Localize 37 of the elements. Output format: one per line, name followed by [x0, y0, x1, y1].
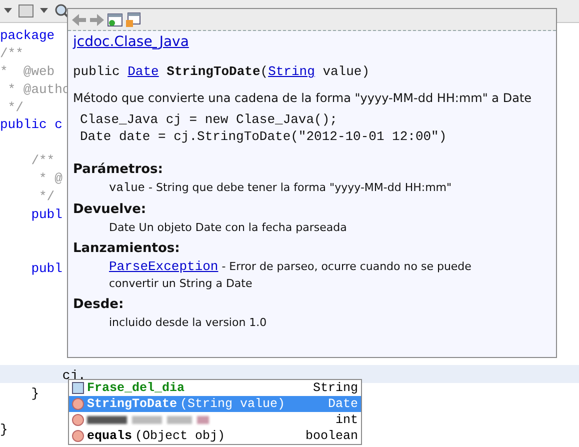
code-line: /** [0, 46, 24, 61]
section-text: Date Un objeto Date con la fecha parseada [108, 220, 348, 236]
source-window-icon[interactable] [125, 12, 141, 28]
dropdown-icon[interactable] [4, 8, 12, 14]
method-description: Método que convierte una cadena de la forma "yyyy-MM-dd HH:mm" a Date [73, 91, 533, 105]
method-icon [72, 414, 84, 426]
type-link[interactable]: String [268, 64, 315, 79]
code-line: } [30, 386, 40, 401]
method-icon [72, 430, 84, 442]
code-line: */ [6, 100, 24, 115]
code-example: Clase_Java cj = new Clase_Java(); Date date = cj.StringToDate("2012-10-01 12:00") [79, 111, 448, 145]
section-text: ParseException - Error de parseo, ocurre cuando no se puede convertir un String a Date [108, 258, 472, 292]
code-line: /** [30, 153, 55, 168]
section-heading: Desde: [73, 296, 125, 314]
code-line: publ [30, 260, 62, 276]
exception-link[interactable]: ParseException [109, 259, 218, 274]
code-line: } [0, 422, 8, 437]
method-signature: public Date StringToDate(String value) [73, 64, 370, 79]
search-icon[interactable] [54, 3, 70, 19]
section-text: incluido desde la version 1.0 [108, 315, 268, 331]
code-line: * @ [38, 171, 62, 186]
class-link[interactable]: jcdoc.Clase_Java [73, 34, 189, 50]
code-line: * @web [0, 64, 56, 79]
toolbar-icon[interactable] [18, 3, 34, 19]
browser-window-icon[interactable] [107, 12, 123, 28]
section-heading: Parámetros: [73, 161, 164, 179]
code-line: publ [30, 206, 62, 222]
type-link[interactable]: Date [128, 64, 159, 79]
section-heading: Lanzamientos: [73, 240, 181, 258]
method-icon [72, 398, 84, 410]
dropdown-icon[interactable] [40, 8, 48, 14]
code-line: public c [0, 117, 62, 132]
section-heading: Devuelve: [73, 201, 148, 219]
code-line: */ [38, 189, 55, 204]
field-icon [72, 382, 84, 394]
section-text: value - String que debe tener la forma "yyyy-MM-dd HH:mm" [108, 180, 453, 197]
code-line: package [0, 28, 56, 43]
